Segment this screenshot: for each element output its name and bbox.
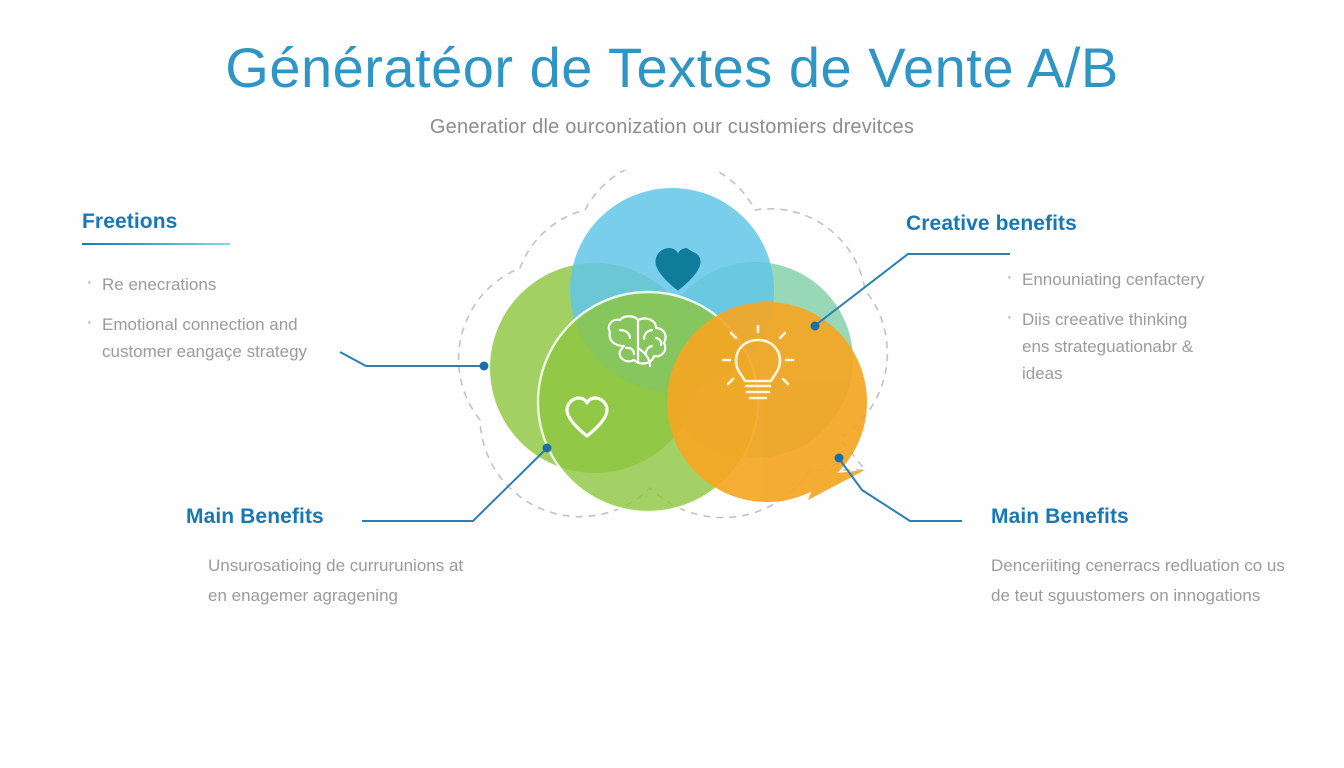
block-heading-main-benefits-left: Main Benefits [186, 505, 324, 528]
text-block-bottom-right: Main Benefits Denceriiting cenerracs red… [991, 505, 1291, 611]
page-subtitle: Generatior dle ourconization our customi… [429, 116, 915, 139]
block-body-bottom-right: Denceriiting cenerracs redluation co us … [991, 556, 1285, 605]
venn-diagram-graphic [410, 157, 930, 530]
text-block-top-right: Creative benefits Ennouniating cenfacter… [906, 212, 1206, 400]
text-block-bottom-left: Main Benefits Unsurosatioing de currurun… [186, 505, 466, 611]
slide-canvas: Génératéor de Textes de Vente A/B Genera… [0, 0, 1344, 768]
orange-speech-bubble [667, 302, 867, 502]
block-heading-main-benefits-right: Main Benefits [991, 505, 1129, 528]
block-heading-freetions: Freetions [82, 210, 178, 233]
header: Génératéor de Textes de Vente A/B Genera… [0, 36, 1344, 139]
list-item: Re enecrations [82, 269, 332, 298]
heading-underline [82, 243, 230, 245]
list-item: Diis creeative thinking ens strateguatio… [1002, 304, 1206, 387]
block-heading-creative-benefits: Creative benefits [906, 212, 1077, 235]
list-item: Emotional connection and customer eangaç… [82, 309, 332, 365]
page-title: Génératéor de Textes de Vente A/B [225, 36, 1119, 99]
list-item: Ennouniating cenfactery [1002, 264, 1206, 293]
block-body-bottom-left: Unsurosatioing de currurunions at en ena… [208, 556, 464, 605]
bullet-list-top-right: Ennouniating cenfactery Diis creeative t… [1002, 264, 1206, 387]
text-block-top-left: Freetions Re enecrations Emotional conne… [82, 210, 332, 378]
bullet-list-top-left: Re enecrations Emotional connection and … [82, 269, 332, 365]
